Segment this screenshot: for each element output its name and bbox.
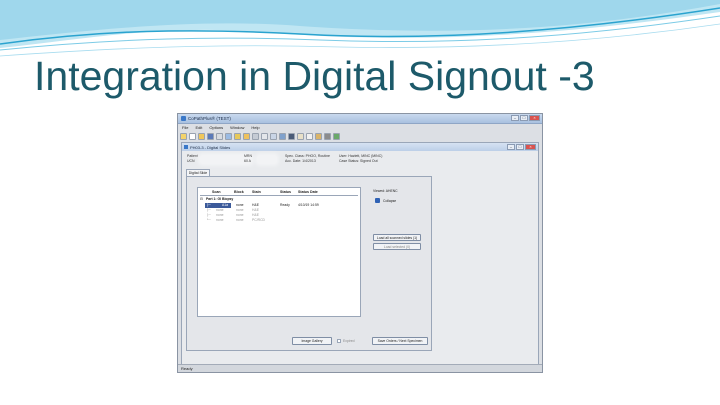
digital-slide-panel: Scan Block Stain Status Status Date ⊟ Pa… [186,176,432,351]
save-orders-next-specimen-button[interactable]: Save Orders / Next Specimen [372,337,428,345]
slide-title: Integration in Digital Signout -3 [34,53,595,99]
new-icon[interactable] [189,133,196,140]
patient-info-labels: Patient UCN [187,154,198,164]
row3-stain-value: H&E [252,213,259,217]
help-icon[interactable] [306,133,313,140]
image-gallery-button[interactable]: Image Gallery [292,337,332,345]
exit-icon[interactable] [333,133,340,140]
expand-toggle-icon[interactable]: ⊟ [200,197,203,201]
tree-branch-icon: ├─ [206,203,211,207]
window-titlebar: CoPathPlus® (TEST) – □ × [178,114,542,124]
tree-branch-icon: ├─ [206,213,211,217]
camera-icon[interactable] [324,133,331,140]
tool-icon[interactable] [315,133,322,140]
minimize-icon[interactable]: – [511,115,519,121]
menu-options[interactable]: Options [209,124,223,131]
child-window-icon [184,145,188,149]
user-info: User: Hazlett, MINC (MINC) Case Status: … [339,154,382,164]
slides-table: Scan Block Stain Status Status Date ⊟ Pa… [197,187,361,317]
status-text: Ready [181,366,193,371]
spec-class-label: Spec. Class: [285,154,305,158]
collapse-label[interactable]: Collapse [383,199,396,203]
child-minimize-icon[interactable]: – [507,144,515,150]
col-header-status-date[interactable]: Status Date [298,190,318,194]
edit-icon[interactable] [225,133,232,140]
case-status-label: Case Status: [339,159,360,163]
row2-stain-value: H&E [252,208,259,212]
row2-stain: none [236,208,244,212]
col-header-scan[interactable]: Scan [212,190,221,194]
user-label: User: [339,154,348,158]
maximize-icon[interactable]: □ [520,115,528,121]
acc-date-label: Acc. Date: [285,159,302,163]
menu-window[interactable]: Window [230,124,244,131]
row1-date: 4/10/19 14:59 [298,203,319,207]
lock-icon[interactable] [234,133,241,140]
child-titlebar: PH03-3 - Digital Slides – □ × [182,143,538,151]
open-icon[interactable] [198,133,205,140]
search-icon[interactable] [180,133,187,140]
header-divider [200,195,358,196]
row3-block[interactable]: none [216,213,224,217]
child-window-title: PH03-3 - Digital Slides [190,145,231,150]
load-all-scanned-button[interactable]: Load all scanned slides (1) [373,234,421,241]
row1-block[interactable]: A1a [222,203,228,207]
window-title: CoPathPlus® (TEST) [188,116,231,121]
print-icon[interactable] [216,133,223,140]
menu-help[interactable]: Help [251,124,259,131]
row1-stain: none [236,203,244,207]
sex-age-label: 60 A [244,159,252,163]
folder-icon[interactable] [243,133,250,140]
expired-label: Expired [343,339,355,343]
row4-stain-value: PC/RCD [252,218,265,222]
table-icon[interactable] [261,133,268,140]
row4-block[interactable]: none [216,218,224,222]
toolbar [180,132,340,141]
group-label[interactable]: Part 1: GI Biopsy [206,197,233,201]
digital-slides-window: PH03-3 - Digital Slides – □ × Patient UC… [181,142,539,367]
child-close-icon[interactable]: × [525,144,536,150]
expired-checkbox[interactable] [337,339,341,343]
load-selected-button[interactable]: Load selected (0) [373,243,421,250]
row2-block[interactable]: none [216,208,224,212]
tree-branch-icon: └─ [206,218,211,222]
app-window: CoPathPlus® (TEST) – □ × File Edit Optio… [177,113,543,373]
viewer-label: Viewed: AHENC [373,189,398,193]
report-icon[interactable] [270,133,277,140]
menu-file[interactable]: File [182,124,188,131]
monitor-icon[interactable] [288,133,295,140]
mrn-info: MRN 60 A [244,154,252,164]
app-icon [181,116,186,121]
row1-stain-value: H&E [252,203,259,207]
save-icon[interactable] [207,133,214,140]
user-value: Hazlett, MINC (MINC) [348,154,383,158]
close-icon[interactable]: × [529,115,540,121]
acc-date-value: 1/4/2013 [302,159,316,163]
calendar-icon[interactable] [297,133,304,140]
row3-stain: none [236,213,244,217]
spec-class-value: PHOO, Routine [305,154,330,158]
image-icon[interactable] [279,133,286,140]
col-header-stain[interactable]: Stain [252,190,261,194]
col-header-block[interactable]: Block [234,190,244,194]
collapse-icon[interactable] [375,198,380,203]
menu-edit[interactable]: Edit [195,124,202,131]
menubar: File Edit Options Window Help [178,124,542,131]
grid-icon[interactable] [252,133,259,140]
case-status-value: Signed Out [360,159,378,163]
row4-stain: none [236,218,244,222]
redacted-mrn [257,155,277,164]
col-header-status[interactable]: Status [280,190,291,194]
status-bar: Ready [178,364,542,372]
row1-status: Ready [280,203,290,207]
ucn-label: UCN [187,159,195,163]
tree-branch-icon: ├─ [206,208,211,212]
child-maximize-icon[interactable]: □ [516,144,524,150]
spec-info: Spec. Class: PHOO, Routine Acc. Date: 1/… [285,154,330,164]
